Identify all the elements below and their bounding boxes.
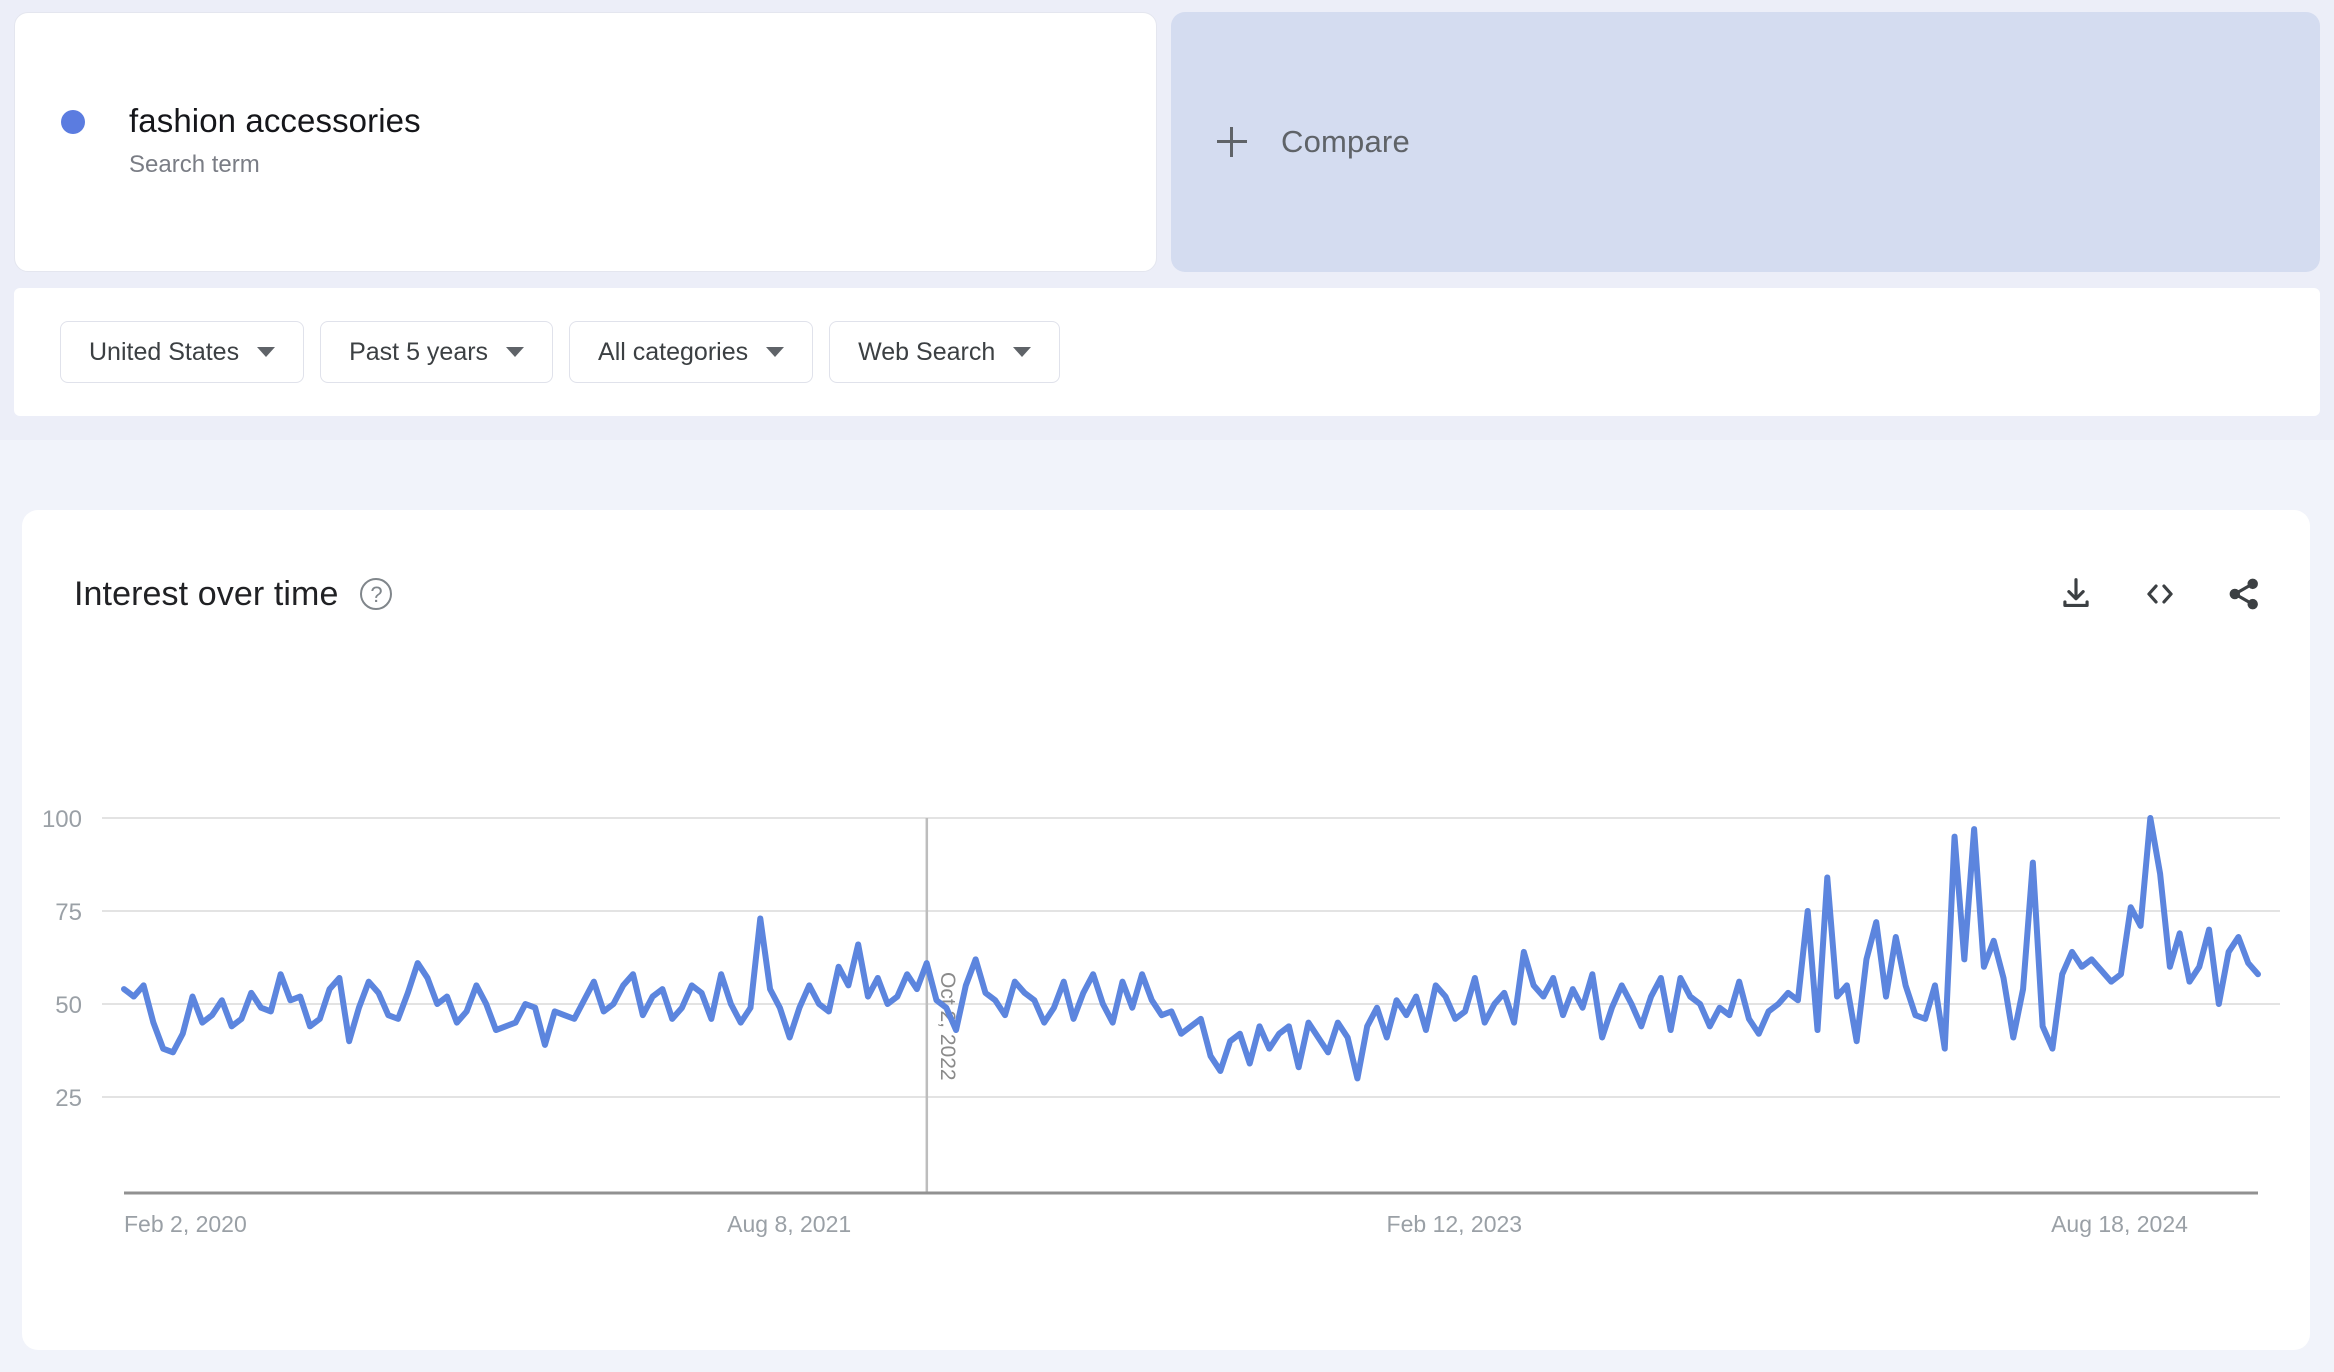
embed-icon[interactable]	[2140, 574, 2180, 614]
filter-search-type-label: Web Search	[858, 337, 996, 366]
series-fashion-accessories	[121, 815, 2261, 1082]
download-icon[interactable]	[2056, 574, 2096, 614]
compare-button[interactable]: Compare	[1171, 12, 2320, 272]
chart-header: Interest over time ?	[74, 570, 2264, 618]
search-term-content: fashion accessories Search term	[61, 101, 421, 180]
y-tick-label: 100	[42, 806, 82, 833]
y-tick-label: 25	[55, 1085, 82, 1112]
x-tick-label: Feb 2, 2020	[124, 1211, 247, 1237]
page-title: Interest over time	[74, 574, 339, 613]
search-term-label: fashion accessories	[129, 102, 421, 139]
filter-location-label: United States	[89, 337, 240, 366]
chart-header-actions	[2056, 574, 2264, 614]
filter-time-range[interactable]: Past 5 years	[320, 321, 554, 383]
share-icon[interactable]	[2224, 574, 2264, 614]
plus-icon	[1217, 127, 1247, 157]
filter-category[interactable]: All categories	[569, 321, 814, 383]
chart-gridlines	[102, 817, 2280, 1098]
chart-x-axis-labels: Feb 2, 2020 Aug 8, 2021 Feb 12, 2023 Aug 18…	[124, 1211, 2188, 1237]
search-term-texts: fashion accessories Search term	[129, 101, 421, 180]
chevron-down-icon	[1013, 347, 1032, 357]
chart-y-axis-labels: 25 50 75 100	[42, 806, 82, 1112]
interest-over-time-chart: 25 50 75 100 Oct 2, 2022 Feb 2, 2020 Aug 8, …	[22, 510, 2310, 1350]
compare-content: Compare	[1217, 12, 1410, 272]
chevron-down-icon	[257, 347, 276, 357]
annotation-label: Oct 2, 2022	[936, 972, 959, 1081]
chevron-down-icon	[506, 347, 525, 357]
chart-header-left: Interest over time ?	[74, 574, 393, 614]
filter-search-type[interactable]: Web Search	[829, 321, 1061, 383]
x-tick-label: Aug 8, 2021	[727, 1211, 851, 1237]
chart-annotation-line: Oct 2, 2022	[925, 818, 959, 1193]
compare-label: Compare	[1281, 124, 1410, 159]
series-color-dot	[61, 110, 85, 134]
y-tick-label: 75	[55, 899, 82, 926]
x-tick-label: Aug 18, 2024	[2051, 1211, 2188, 1237]
filter-category-label: All categories	[598, 337, 749, 366]
search-terms-row: fashion accessories Search term Compare	[14, 12, 2320, 272]
search-term-card[interactable]: fashion accessories Search term	[14, 12, 1157, 272]
help-icon[interactable]: ?	[360, 578, 393, 610]
search-term-type: Search term	[129, 151, 260, 178]
filter-bar: United States Past 5 years All categorie…	[14, 288, 2320, 416]
interest-over-time-card: Interest over time ? 25 50 75 100 Oct 2,…	[22, 510, 2310, 1350]
chart-series-line	[121, 815, 2261, 1082]
chevron-down-icon	[766, 347, 785, 357]
filter-location[interactable]: United States	[60, 321, 305, 383]
filter-time-range-label: Past 5 years	[349, 337, 489, 366]
x-tick-label: Feb 12, 2023	[1387, 1211, 1523, 1237]
y-tick-label: 50	[55, 992, 82, 1019]
